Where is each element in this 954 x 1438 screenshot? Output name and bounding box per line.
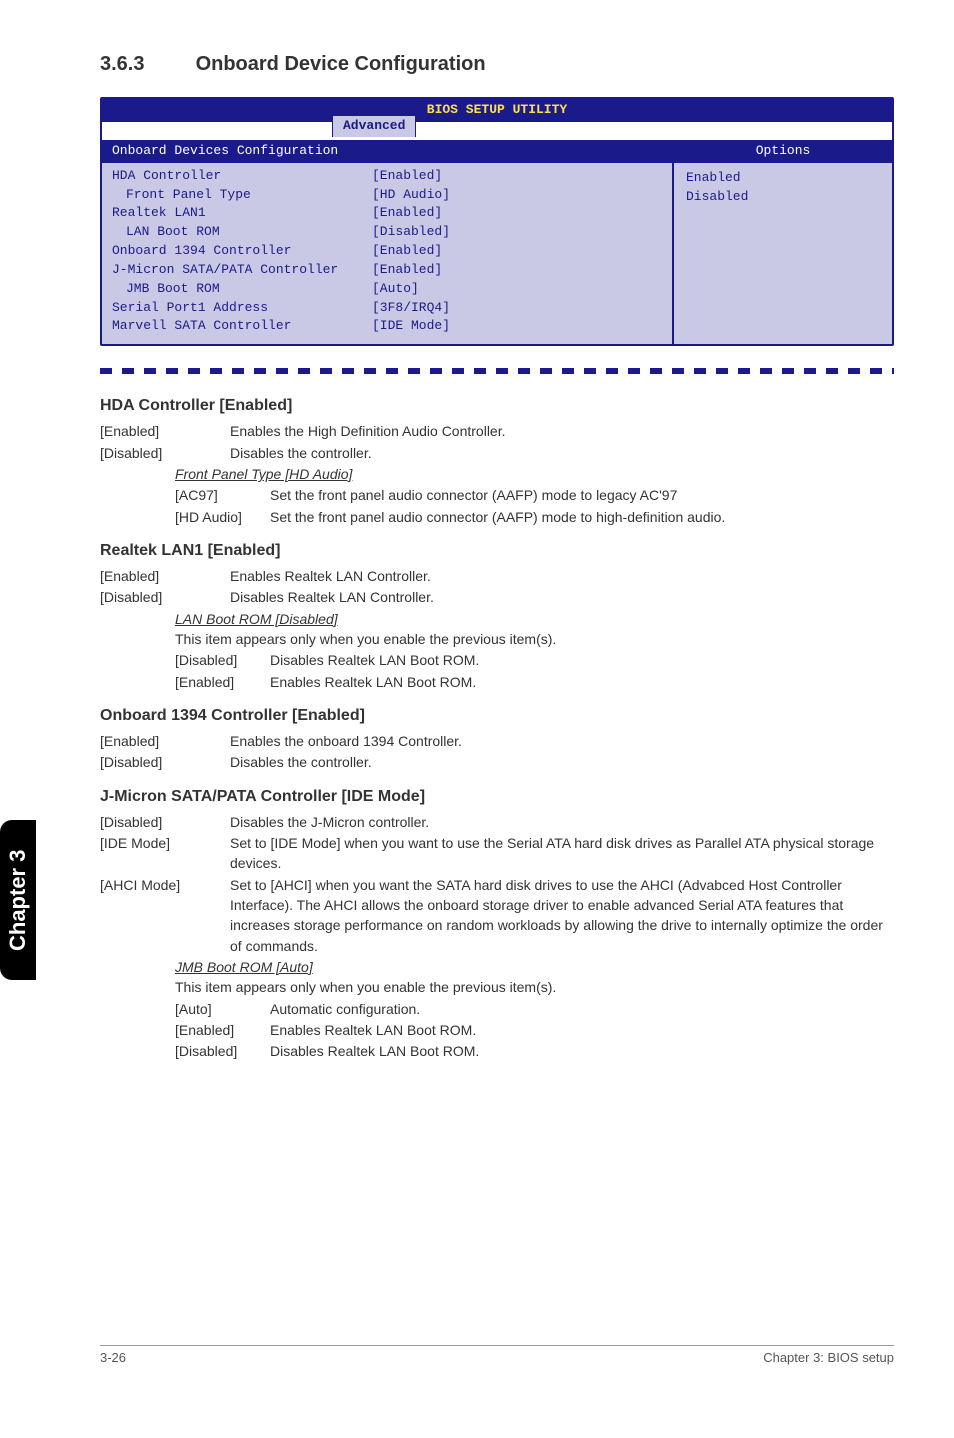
bios-row[interactable]: HDA Controller[Enabled] bbox=[112, 167, 662, 186]
jmb-boot-sub-heading: JMB Boot ROM [Auto] bbox=[175, 957, 894, 977]
page-number: 3-26 bbox=[100, 1349, 126, 1368]
definition-row: [HD Audio]Set the front panel audio conn… bbox=[175, 507, 894, 527]
definition-row: [Disabled]Disables the J-Micron controll… bbox=[100, 812, 894, 832]
sub-note: This item appears only when you enable t… bbox=[175, 977, 894, 997]
section-title: Onboard Device Configuration bbox=[196, 53, 486, 75]
lan-boot-sub-heading: LAN Boot ROM [Disabled] bbox=[175, 609, 894, 629]
section-heading: 3.6.3 Onboard Device Configuration bbox=[100, 50, 894, 79]
definition-row: [Auto]Automatic configuration. bbox=[175, 999, 894, 1019]
definition-row: [Disabled]Disables Realtek LAN Boot ROM. bbox=[175, 1041, 894, 1061]
section-number: 3.6.3 bbox=[100, 50, 190, 79]
definition-row: [AC97]Set the front panel audio connecto… bbox=[175, 485, 894, 505]
bios-row[interactable]: Front Panel Type[HD Audio] bbox=[112, 186, 662, 205]
bios-row[interactable]: JMB Boot ROM[Auto] bbox=[112, 280, 662, 299]
bios-title: BIOS SETUP UTILITY bbox=[102, 99, 892, 122]
definition-row: [Enabled]Enables Realtek LAN Boot ROM. bbox=[175, 1020, 894, 1040]
footer-chapter: Chapter 3: BIOS setup bbox=[763, 1349, 894, 1368]
sub-note: This item appears only when you enable t… bbox=[175, 629, 894, 649]
bios-row[interactable]: Realtek LAN1[Enabled] bbox=[112, 204, 662, 223]
bios-row[interactable]: LAN Boot ROM[Disabled] bbox=[112, 223, 662, 242]
definition-row: [Disabled]Disables the controller. bbox=[100, 443, 894, 463]
definition-row: [Enabled]Enables the onboard 1394 Contro… bbox=[100, 731, 894, 751]
c1394-heading: Onboard 1394 Controller [Enabled] bbox=[100, 704, 894, 727]
definition-row: [Disabled]Disables Realtek LAN Boot ROM. bbox=[175, 650, 894, 670]
front-panel-sub-heading: Front Panel Type [HD Audio] bbox=[175, 464, 894, 484]
divider-dashes bbox=[100, 368, 894, 374]
lan1-heading: Realtek LAN1 [Enabled] bbox=[100, 539, 894, 562]
definition-row: [Disabled]Disables Realtek LAN Controlle… bbox=[100, 587, 894, 607]
footer-divider bbox=[100, 1345, 894, 1346]
bios-row[interactable]: Marvell SATA Controller[IDE Mode] bbox=[112, 317, 662, 336]
bios-tab-advanced[interactable]: Advanced bbox=[332, 115, 416, 137]
definition-row: [Disabled]Disables the controller. bbox=[100, 752, 894, 772]
definition-row: [Enabled]Enables Realtek LAN Boot ROM. bbox=[175, 672, 894, 692]
bios-row[interactable]: Onboard 1394 Controller[Enabled] bbox=[112, 242, 662, 261]
bios-option[interactable]: Disabled bbox=[686, 188, 880, 207]
bios-row[interactable]: J-Micron SATA/PATA Controller[Enabled] bbox=[112, 261, 662, 280]
page-footer: 3-26 Chapter 3: BIOS setup bbox=[100, 1349, 894, 1368]
definition-row: [Enabled]Enables the High Definition Aud… bbox=[100, 421, 894, 441]
bios-row[interactable]: Serial Port1 Address[3F8/IRQ4] bbox=[112, 299, 662, 318]
definition-row: [AHCI Mode]Set to [AHCI] when you want t… bbox=[100, 875, 894, 956]
bios-options-title: Options bbox=[674, 140, 892, 163]
bios-option[interactable]: Enabled bbox=[686, 169, 880, 188]
hda-heading: HDA Controller [Enabled] bbox=[100, 394, 894, 417]
jmicron-heading: J-Micron SATA/PATA Controller [IDE Mode] bbox=[100, 785, 894, 808]
bios-panel: BIOS SETUP UTILITY Advanced Onboard Devi… bbox=[100, 97, 894, 346]
definition-row: [Enabled]Enables Realtek LAN Controller. bbox=[100, 566, 894, 586]
bios-rows: HDA Controller[Enabled] Front Panel Type… bbox=[102, 163, 672, 345]
bios-panel-title: Onboard Devices Configuration bbox=[102, 140, 672, 163]
definition-row: [IDE Mode]Set to [IDE Mode] when you wan… bbox=[100, 833, 894, 874]
